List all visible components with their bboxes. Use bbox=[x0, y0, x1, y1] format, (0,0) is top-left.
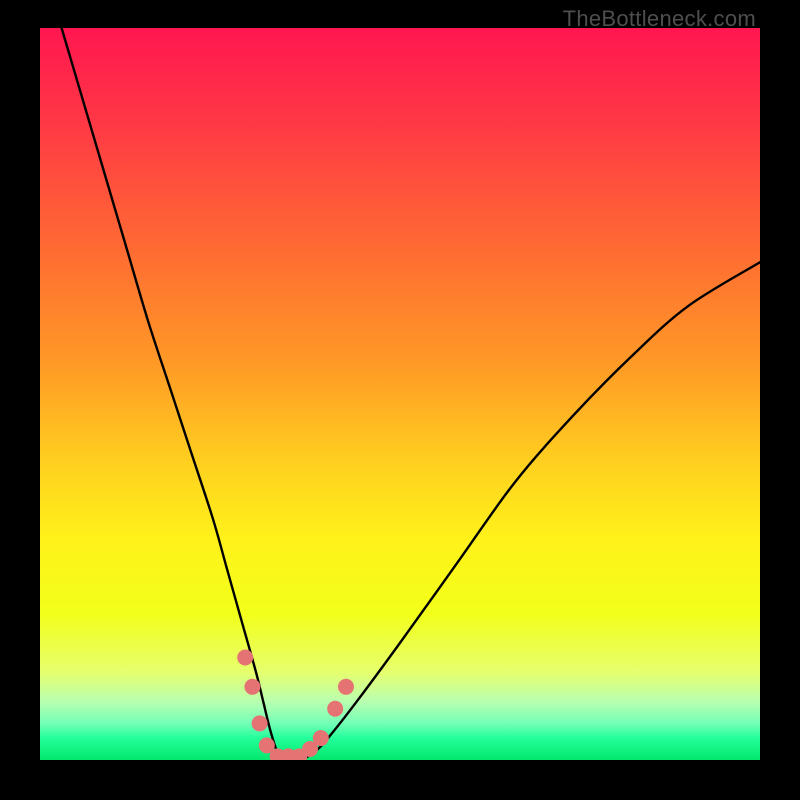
bottleneck-chart bbox=[40, 28, 760, 760]
chart-frame: TheBottleneck.com bbox=[0, 0, 800, 800]
highlight-point bbox=[338, 679, 354, 695]
highlight-point bbox=[252, 715, 268, 731]
plot-area bbox=[40, 28, 760, 760]
highlight-point bbox=[313, 730, 329, 746]
plot-background bbox=[40, 28, 760, 760]
highlight-point bbox=[244, 679, 260, 695]
highlight-point bbox=[237, 650, 253, 666]
highlight-point bbox=[327, 701, 343, 717]
